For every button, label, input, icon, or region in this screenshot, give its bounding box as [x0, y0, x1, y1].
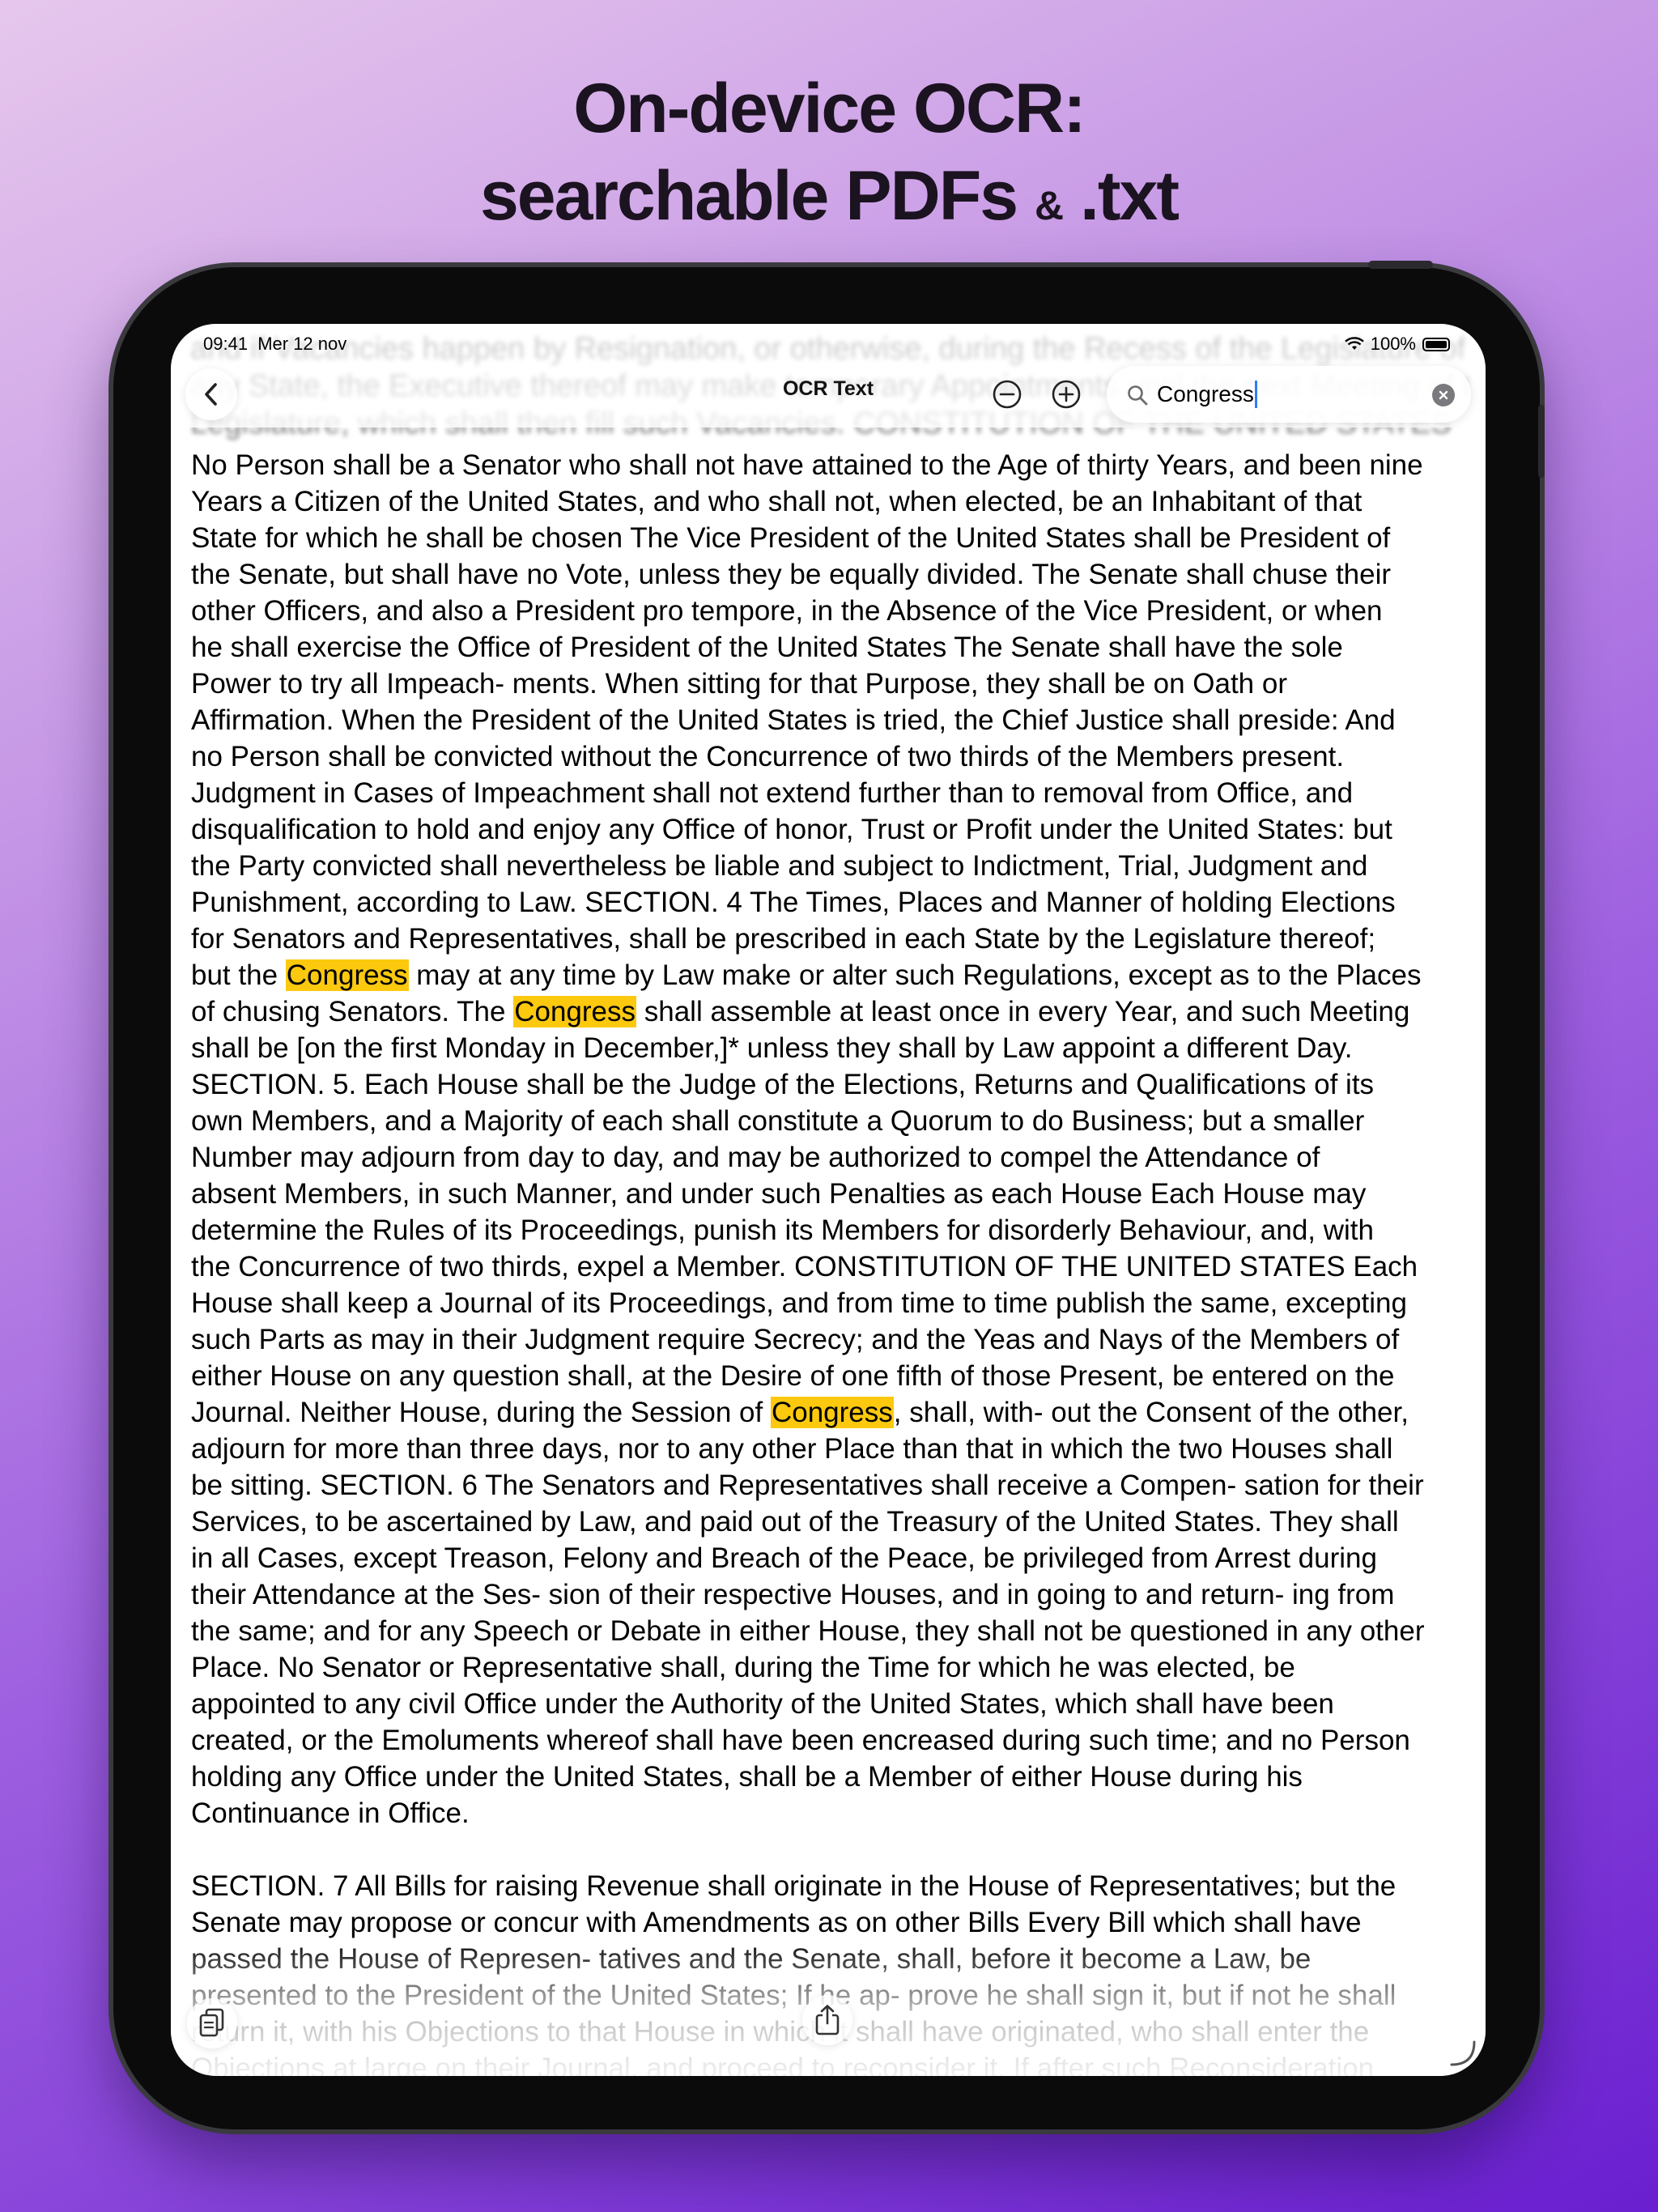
back-button[interactable]: [185, 368, 237, 420]
app-screen: and if Vacancies happen by Resignation, …: [171, 324, 1486, 2076]
ocr-line: disqualification to hold and enjoy any O…: [191, 814, 1392, 845]
ocr-line: Continuance in Office.: [191, 1797, 470, 1829]
ocr-line: be sitting. SECTION. 6 The Senators and …: [191, 1470, 1424, 1501]
ocr-line: adjourn for more than three days, nor to…: [191, 1433, 1393, 1465]
top-button: [1368, 261, 1433, 269]
zoom-out-button[interactable]: [988, 376, 1026, 413]
ocr-line: Number may adjourn from day to day, and …: [191, 1142, 1320, 1173]
ocr-line: Place. No Senator or Representative shal…: [191, 1652, 1295, 1683]
ocr-line: House shall keep a Journal of its Procee…: [191, 1287, 1407, 1319]
ocr-line: Power to try all Impeach- ments. When si…: [191, 668, 1287, 700]
ocr-line: the Concurrence of two thirds, expel a M…: [191, 1251, 1418, 1283]
ocr-line: the Party convicted shall nevertheless b…: [191, 850, 1368, 882]
ocr-line: determine the Rules of its Proceedings, …: [191, 1214, 1374, 1246]
wifi-icon: [1344, 337, 1364, 350]
clear-search-button[interactable]: [1432, 384, 1455, 406]
headline-line-2-main: searchable PDFs: [479, 157, 1018, 235]
ocr-line: No Person shall be a Senator who shall n…: [191, 449, 1423, 481]
search-field[interactable]: Congress: [1107, 366, 1471, 423]
battery-icon: [1422, 337, 1450, 351]
ocr-line: [191, 1831, 1478, 1868]
headline: On-device OCR: searchable PDFs & .txt: [0, 65, 1658, 249]
headline-line-2-end: .txt: [1080, 157, 1180, 235]
copy-button[interactable]: [187, 1998, 237, 2048]
ocr-line: appointed to any civil Office under the …: [191, 1688, 1334, 1720]
ocr-line: SECTION. 7 All Bills for raising Revenue…: [191, 1870, 1397, 1902]
ocr-line: SECTION. 5. Each House shall be the Judg…: [191, 1069, 1375, 1100]
ocr-line: either House on any question shall, at t…: [191, 1360, 1395, 1392]
page-title: OCR Text: [782, 377, 874, 400]
clear-icon: [1439, 390, 1448, 400]
side-button: [1538, 405, 1545, 478]
resize-handle-icon[interactable]: [1447, 2037, 1479, 2069]
search-highlight: Congress: [285, 959, 409, 991]
ocr-line: in all Cases, except Treason, Felony and…: [191, 1542, 1377, 1574]
share-icon: [815, 2005, 840, 2035]
ocr-text-body[interactable]: No Person shall be a Senator who shall n…: [191, 447, 1478, 2076]
ocr-line: created, or the Emoluments whereof shall…: [191, 1725, 1410, 1756]
ocr-line: such Parts as may in their Judgment requ…: [191, 1324, 1400, 1355]
search-icon: [1128, 385, 1148, 406]
status-time: 09:41: [203, 334, 249, 354]
headline-ampersand: &: [1035, 183, 1064, 228]
ocr-line: Years a Citizen of the United States, an…: [191, 486, 1363, 517]
ocr-line: Punishment, according to Law. SECTION. 4…: [191, 887, 1396, 918]
headline-line-1: On-device OCR:: [573, 70, 1086, 147]
ocr-line: the Senate, but shall have no Vote, unle…: [191, 559, 1392, 590]
search-highlight: Congress: [770, 1397, 894, 1428]
ocr-line: of chusing Senators. The Congress shall …: [191, 996, 1410, 1027]
plus-circle-icon: [1052, 380, 1081, 409]
headline-line-2: searchable PDFs & .txt: [0, 152, 1658, 249]
copy-icon: [199, 2008, 224, 2037]
ocr-line: other Officers, and also a President pro…: [191, 595, 1383, 627]
ocr-line: but the Congress may at any time by Law …: [191, 959, 1422, 991]
ocr-line: holding any Office under the United Stat…: [191, 1761, 1303, 1793]
ocr-line: Judgment in Cases of Impeachment shall n…: [191, 777, 1354, 809]
search-highlight: Congress: [513, 996, 637, 1027]
ocr-line: Services, to be ascertained by Law, and …: [191, 1506, 1399, 1538]
ocr-line: for Senators and Representatives, shall …: [191, 923, 1376, 955]
ocr-line: their Attendance at the Ses- sion of the…: [191, 1579, 1395, 1610]
search-input[interactable]: Congress: [1157, 381, 1257, 408]
battery-percent: 100%: [1370, 334, 1416, 354]
ocr-line: he shall exercise the Office of Presiden…: [191, 632, 1343, 663]
ocr-line: Affirmation. When the President of the U…: [191, 704, 1396, 736]
ocr-line: Journal. Neither House, during the Sessi…: [191, 1397, 1409, 1428]
chevron-left-icon: [205, 383, 217, 406]
status-time-date: 09:41 Mer 12 nov: [203, 334, 346, 355]
ocr-line: no Person shall be convicted without the…: [191, 741, 1345, 772]
status-date: Mer 12 nov: [257, 334, 347, 354]
status-indicators: 100%: [1344, 334, 1450, 355]
share-button[interactable]: [802, 1995, 852, 2045]
ocr-line: State for which he shall be chosen The V…: [191, 522, 1391, 554]
ocr-line: the same; and for any Speech or Debate i…: [191, 1615, 1425, 1647]
ocr-line: shall be [on the first Monday in Decembe…: [191, 1032, 1353, 1064]
zoom-in-button[interactable]: [1048, 376, 1085, 413]
ocr-line: own Members, and a Majority of each shal…: [191, 1105, 1365, 1137]
minus-circle-icon: [993, 380, 1022, 409]
ocr-line: absent Members, in such Manner, and unde…: [191, 1178, 1367, 1210]
